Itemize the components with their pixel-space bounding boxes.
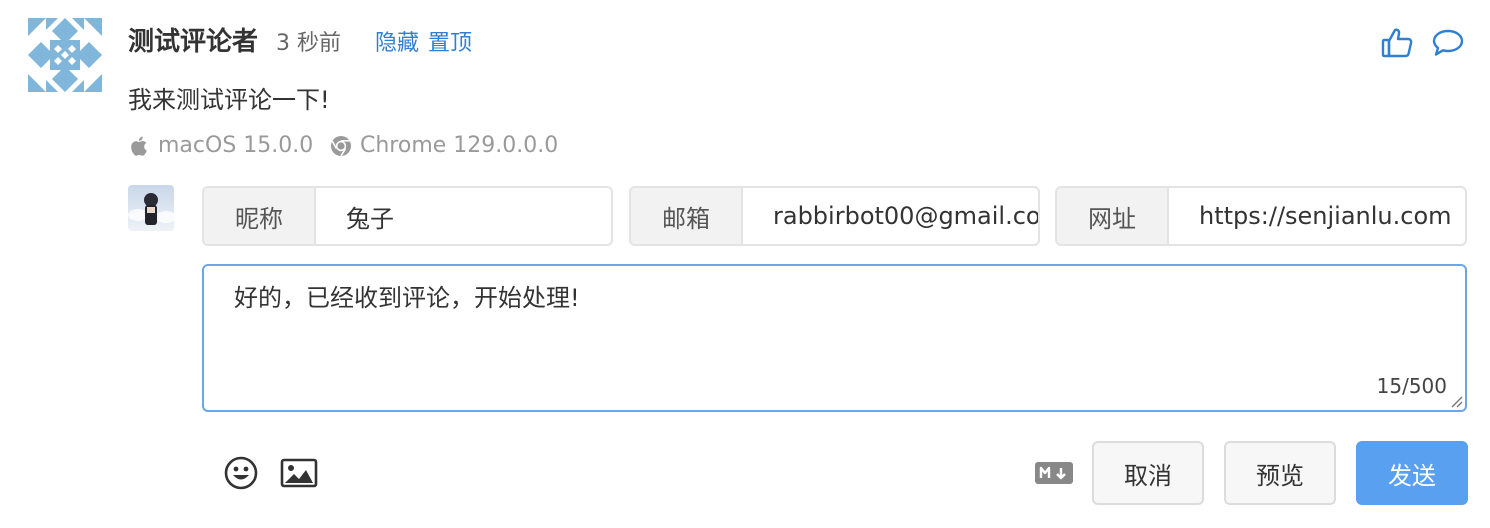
resize-handle-icon[interactable] [1449,394,1463,408]
cancel-button[interactable]: 取消 [1092,441,1204,505]
speech-bubble-icon[interactable] [1432,28,1464,58]
comment-author-name[interactable]: 测试评论者 [128,22,258,62]
reply-text: 好的，已经收到评论，开始处理! [234,284,580,312]
email-field: 邮箱 rabbirbot00@gmail.com [629,186,1040,246]
website-input[interactable]: https://senjianlu.com [1169,188,1465,244]
nickname-input[interactable]: 兔子 [316,188,611,244]
current-user-avatar [128,185,174,231]
apple-icon [131,136,147,156]
comment-browser: Chrome 129.0.0.0 [360,133,559,158]
comment-timestamp: 3 秒前 [276,31,341,56]
markdown-icon[interactable] [1034,461,1074,485]
emoji-icon[interactable] [224,456,258,490]
comment-os: macOS 15.0.0 [158,133,314,158]
thumbs-up-icon[interactable] [1380,26,1414,60]
comment-content: 我来测试评论一下! [128,86,330,114]
hide-comment-link[interactable]: 隐藏 [375,24,419,64]
pin-comment-link[interactable]: 置顶 [428,24,472,64]
preview-button[interactable]: 预览 [1224,441,1336,505]
comment-os-meta: macOS 15.0.0 [130,128,313,164]
character-counter: 15/500 [1376,374,1447,398]
email-input[interactable]: rabbirbot00@gmail.com [743,188,1038,244]
email-label: 邮箱 [631,188,743,244]
nickname-field: 昵称 兔子 [202,186,613,246]
author-avatar [28,18,102,92]
website-label: 网址 [1057,188,1169,244]
website-field: 网址 https://senjianlu.com [1055,186,1467,246]
reply-textarea[interactable]: 好的，已经收到评论，开始处理! 15/500 [202,264,1467,412]
chrome-icon [331,136,351,157]
nickname-label: 昵称 [204,188,316,244]
image-icon[interactable] [280,458,318,488]
comment-browser-meta: Chrome 129.0.0.0 [330,128,558,164]
send-button[interactable]: 发送 [1356,441,1468,505]
